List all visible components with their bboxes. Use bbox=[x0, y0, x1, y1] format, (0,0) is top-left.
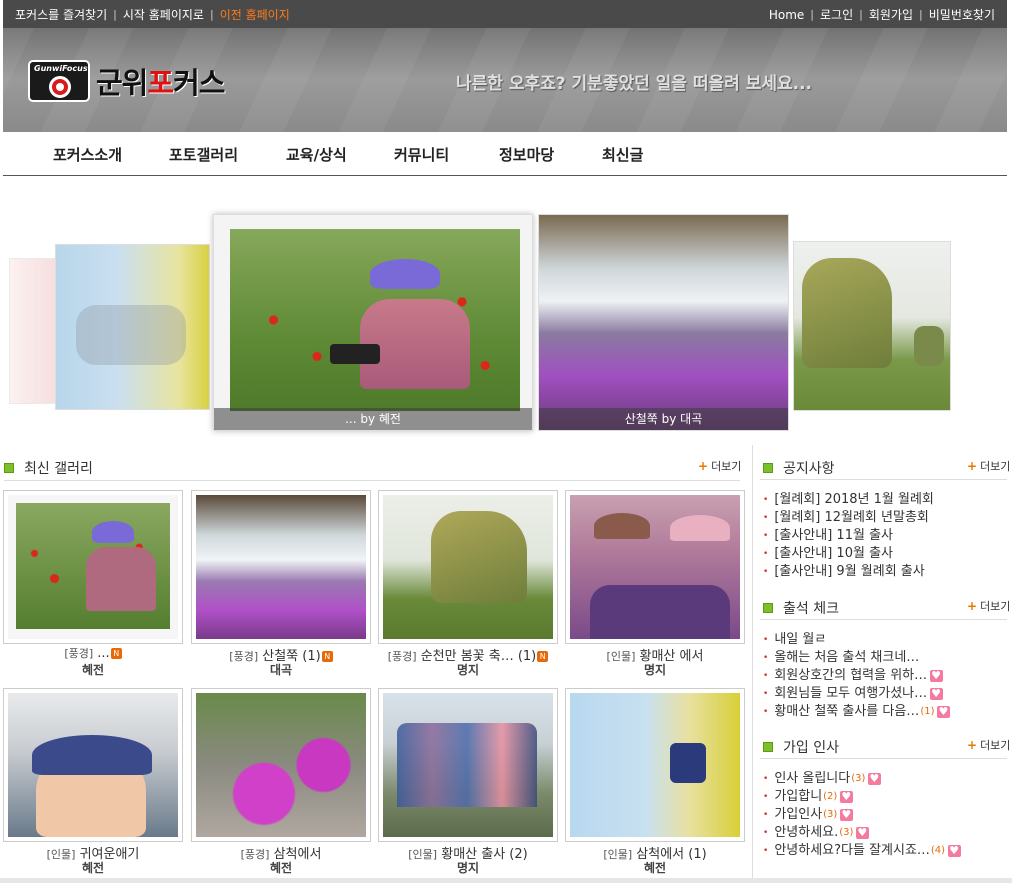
greeting-list: •인사 올립니다(3) •가입합니(2) •가입인사(3) •안녕하세요.(3)… bbox=[763, 770, 962, 860]
page: 포커스를 즐겨찾기 | 시작 홈페이지로 | 이전 홈페이지 Home | 로그… bbox=[0, 0, 1012, 883]
notice-section-title: 공지사항 bbox=[763, 458, 835, 478]
plus-icon: + bbox=[967, 738, 978, 752]
gallery-author: 명지 bbox=[643, 663, 667, 677]
heart-icon bbox=[868, 770, 882, 788]
login-link[interactable]: 로그인 bbox=[820, 6, 853, 23]
main-nav: 포커스소개 포토갤러리 교육/상식 커뮤니티 정보마당 최신글 bbox=[3, 132, 1007, 176]
nav-education[interactable]: 교육/상식 bbox=[286, 144, 347, 165]
gallery-thumb[interactable] bbox=[565, 490, 745, 644]
slide-photo[interactable] bbox=[55, 244, 210, 410]
signup-link[interactable]: 회원가입 bbox=[869, 6, 913, 23]
list-item[interactable]: • 인사 올립니다 (3) bbox=[763, 770, 961, 788]
list-item[interactable]: • 가입합니 (2) bbox=[763, 788, 961, 806]
site-header: 포커스를 즐겨찾기 | 시작 홈페이지로 | 이전 홈페이지 Home | 로그… bbox=[3, 0, 1007, 132]
plus-icon: + bbox=[967, 599, 978, 613]
gallery-thumb[interactable] bbox=[3, 688, 183, 842]
gallery-thumb[interactable] bbox=[3, 490, 183, 644]
list-item[interactable]: • 내일 월ㄹ bbox=[763, 631, 950, 649]
heart-icon bbox=[930, 685, 944, 703]
gallery-thumb[interactable] bbox=[565, 688, 745, 842]
gallery-more-link[interactable]: + 더보기 bbox=[698, 458, 741, 474]
old-homepage-link[interactable]: 이전 홈페이지 bbox=[220, 6, 290, 23]
slide-photo[interactable] bbox=[9, 258, 59, 404]
logo-brand: GunwiFocus bbox=[34, 64, 88, 73]
list-item[interactable]: • [월례회] 2018년 1월 월례회 bbox=[763, 491, 934, 509]
gallery-thumb[interactable] bbox=[191, 490, 371, 644]
plus-icon: + bbox=[698, 459, 709, 473]
gallery-author: 혜전 bbox=[643, 861, 667, 875]
square-bullet-icon bbox=[763, 742, 773, 752]
heart-icon bbox=[930, 667, 944, 685]
slide-photo[interactable]: ... by 혜전 bbox=[213, 214, 533, 431]
gallery-author: 혜전 bbox=[269, 861, 293, 875]
list-item[interactable]: • [출사안내] 9월 월례회 출사 bbox=[763, 563, 934, 581]
header-slogan: 나른한 오후죠? 기분좋았던 일을 떠올려 보세요... bbox=[456, 74, 812, 94]
site-logo[interactable]: GunwiFocus 군위포커스 bbox=[28, 60, 225, 102]
gallery-thumb[interactable] bbox=[378, 688, 558, 842]
list-item[interactable]: • 회원님들 모두 여행가셨나… bbox=[763, 685, 950, 703]
heart-icon bbox=[856, 824, 870, 842]
find-password-link[interactable]: 비밀번호찾기 bbox=[929, 6, 995, 23]
list-item[interactable]: • 올해는 처음 출석 채크네… bbox=[763, 649, 950, 667]
nav-community[interactable]: 커뮤니티 bbox=[394, 144, 449, 165]
list-item[interactable]: • 안녕하세요. (3) bbox=[763, 824, 961, 842]
square-bullet-icon bbox=[763, 463, 773, 473]
notice-more-link[interactable]: + 더보기 bbox=[967, 458, 1010, 474]
heart-icon bbox=[937, 703, 951, 721]
list-item[interactable]: • [출사안내] 10월 출사 bbox=[763, 545, 934, 563]
list-item[interactable]: • 가입인사 (3) bbox=[763, 806, 961, 824]
nav-photo-gallery[interactable]: 포토갤러리 bbox=[169, 144, 238, 165]
list-item[interactable]: • [출사안내] 11월 출사 bbox=[763, 527, 934, 545]
top-left-links: 포커스를 즐겨찾기 | 시작 홈페이지로 | 이전 홈페이지 bbox=[15, 6, 290, 23]
list-item[interactable]: • [월례회] 12월례회 년말총회 bbox=[763, 509, 934, 527]
new-badge-icon: N bbox=[110, 648, 122, 659]
top-bar: 포커스를 즐겨찾기 | 시작 홈페이지로 | 이전 홈페이지 Home | 로그… bbox=[3, 0, 1007, 28]
heart-icon bbox=[948, 842, 962, 860]
slide-caption: ... by 혜전 bbox=[214, 408, 532, 430]
gallery-thumb[interactable] bbox=[378, 490, 558, 644]
photo-slider: ... by 혜전 산철쭉 by 대곡 bbox=[0, 178, 1012, 440]
attendance-more-link[interactable]: + 더보기 bbox=[967, 598, 1010, 614]
greeting-section-title: 가입 인사 bbox=[763, 737, 839, 757]
nav-focus-intro[interactable]: 포커스소개 bbox=[53, 144, 122, 165]
gallery-author: 명지 bbox=[456, 663, 480, 677]
attendance-section-title: 출석 체크 bbox=[763, 598, 839, 618]
heart-icon bbox=[840, 788, 854, 806]
gallery-author: 대곡 bbox=[269, 663, 293, 677]
gallery-caption: [풍경] ... N bbox=[3, 645, 183, 661]
nav-latest[interactable]: 최신글 bbox=[602, 144, 643, 165]
heart-icon bbox=[840, 806, 854, 824]
greeting-more-link[interactable]: + 더보기 bbox=[967, 737, 1010, 753]
gallery-thumb[interactable] bbox=[191, 688, 371, 842]
gallery-author: 혜전 bbox=[81, 861, 105, 875]
list-item[interactable]: • 안녕하세요?다들 잘계시죠… (4) bbox=[763, 842, 962, 860]
top-right-links: Home | 로그인 | 회원가입 | 비밀번호찾기 bbox=[768, 6, 995, 23]
square-bullet-icon bbox=[763, 603, 773, 613]
plus-icon: + bbox=[967, 459, 978, 473]
list-item[interactable]: • 황매산 철쭉 출사를 다음… (1) bbox=[763, 703, 951, 721]
bookmark-link[interactable]: 포커스를 즐겨찾기 bbox=[15, 6, 107, 23]
camera-logo-icon: GunwiFocus bbox=[28, 60, 90, 102]
nav-info[interactable]: 정보마당 bbox=[499, 144, 554, 165]
slide-caption: 산철쭉 by 대곡 bbox=[539, 408, 788, 430]
gallery-section-title: 최신 갤러리 bbox=[4, 458, 93, 478]
logo-text: 군위포커스 bbox=[96, 66, 225, 100]
gallery-author: 명지 bbox=[456, 861, 480, 875]
slide-photo[interactable]: 산철쭉 by 대곡 bbox=[538, 214, 789, 431]
home-link[interactable]: Home bbox=[769, 8, 804, 22]
list-item[interactable]: • 회원상호간의 협력을 위하… bbox=[763, 667, 950, 685]
set-homepage-link[interactable]: 시작 홈페이지로 bbox=[123, 6, 204, 23]
gallery-author: 혜전 bbox=[81, 663, 105, 677]
slide-photo[interactable] bbox=[793, 241, 951, 411]
notice-list: • [월례회] 2018년 1월 월례회 • [월례회] 12월례회 년말총회 •[… bbox=[763, 491, 934, 581]
attendance-list: •내일 월ㄹ •올해는 처음 출석 채크네… •회원상호간의 협력을 위하… •… bbox=[763, 631, 951, 721]
square-bullet-icon bbox=[4, 463, 14, 473]
